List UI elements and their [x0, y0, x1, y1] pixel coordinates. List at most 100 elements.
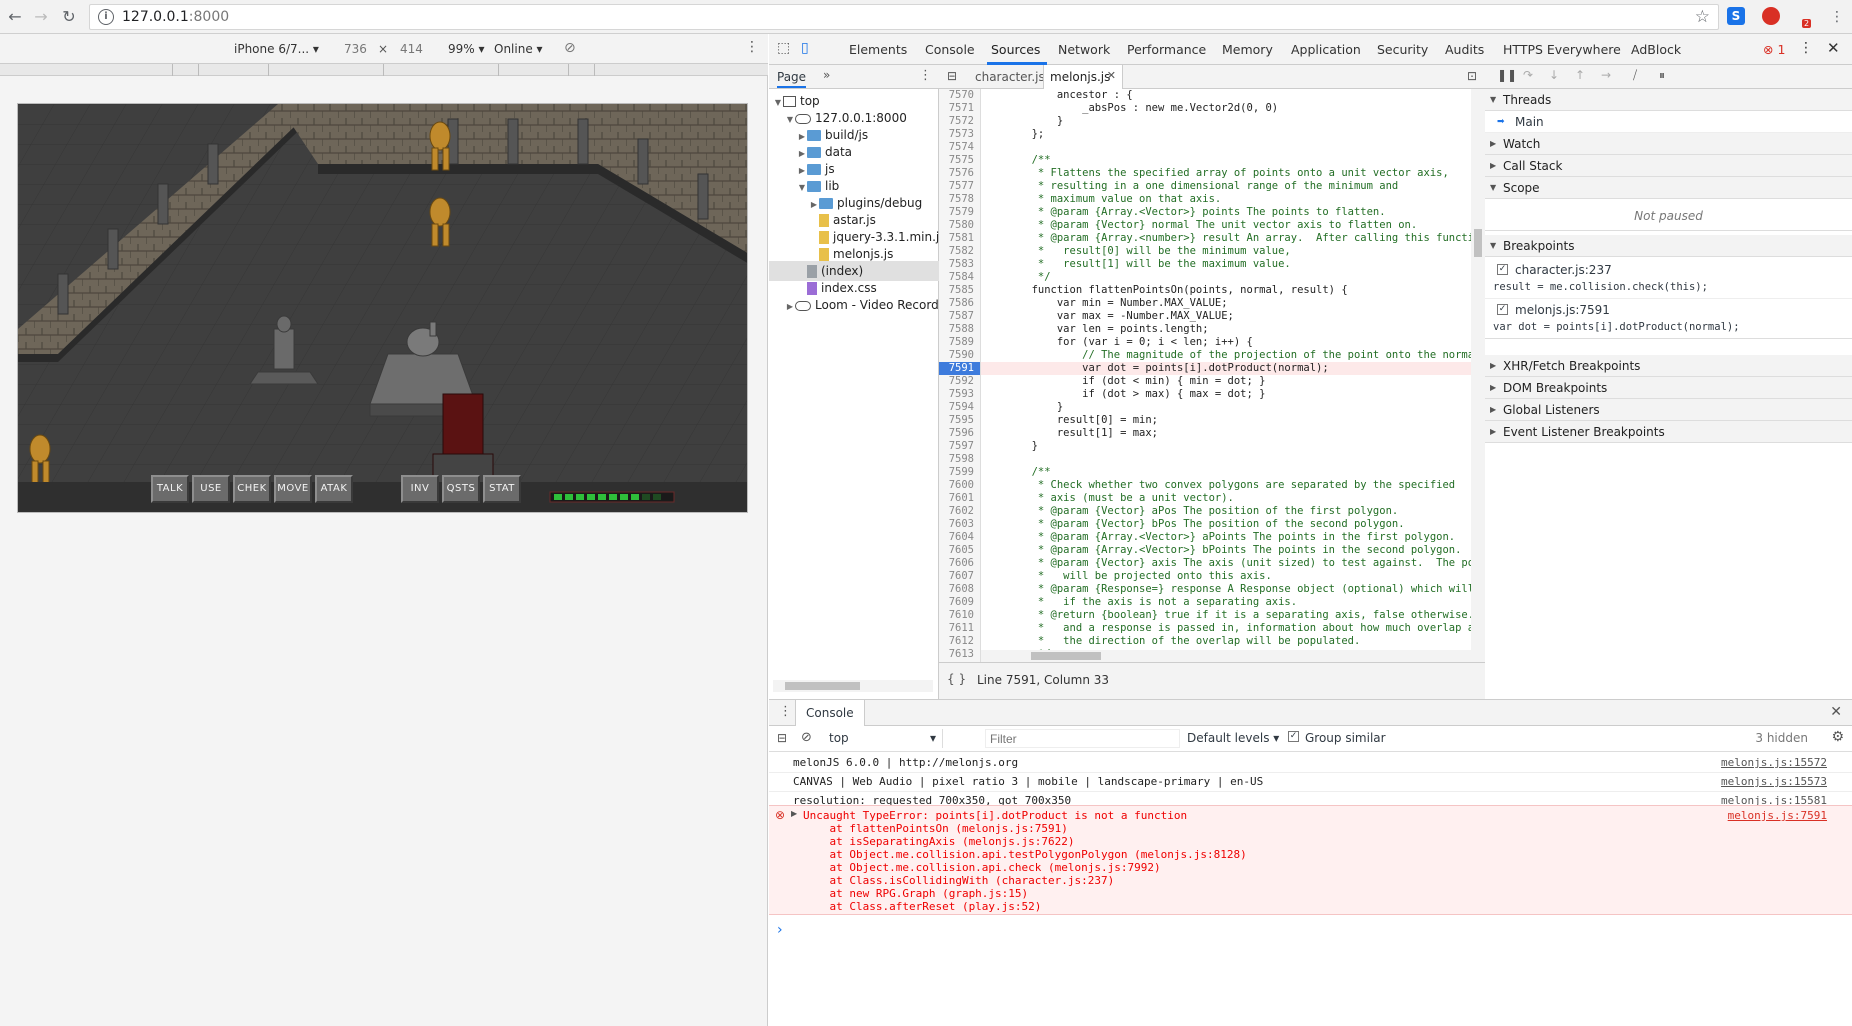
drawer-menu-icon[interactable]: ⋮: [779, 704, 792, 719]
code-line[interactable]: }: [981, 401, 1471, 414]
error-source-link[interactable]: melonjs.js:7591: [1728, 809, 1827, 822]
code-line[interactable]: * Flattens the specified array of points…: [981, 167, 1471, 180]
line-number[interactable]: 7570: [939, 89, 980, 102]
line-number[interactable]: 7573: [939, 128, 980, 141]
line-number[interactable]: 7587: [939, 310, 980, 323]
editor-scroll-thumb[interactable]: [1474, 229, 1482, 257]
device-select[interactable]: iPhone 6/7... ▾: [234, 42, 319, 56]
code-line[interactable]: * @return {boolean} true if it is a sepa…: [981, 609, 1471, 622]
code-line[interactable]: * the direction of the overlap will be p…: [981, 635, 1471, 648]
code-line[interactable]: * @param {Response=} response A Response…: [981, 583, 1471, 596]
step-icon[interactable]: →: [1601, 68, 1611, 82]
line-number[interactable]: 7574: [939, 141, 980, 154]
error-counter[interactable]: ⊗ 1: [1763, 42, 1785, 57]
line-number[interactable]: 7602: [939, 505, 980, 518]
stack-frame[interactable]: at Class.afterReset (play.js:52): [803, 900, 1247, 913]
editor-tab-melonjs[interactable]: melonjs.js ✕: [1043, 65, 1123, 89]
code-line[interactable]: */: [981, 271, 1471, 284]
line-number[interactable]: 7613: [939, 648, 980, 661]
code-line[interactable]: * @param {Vector} axis The axis (unit si…: [981, 557, 1471, 570]
code-line[interactable]: var dot = points[i].dotProduct(normal);: [981, 362, 1471, 375]
line-number[interactable]: 7575: [939, 154, 980, 167]
browser-menu-icon[interactable]: ⋮: [1828, 8, 1846, 26]
main-thread-item[interactable]: ➡ Main: [1485, 111, 1852, 133]
breakpoint-checkbox[interactable]: ✓: [1497, 264, 1508, 275]
tab-console[interactable]: Console: [925, 42, 975, 57]
line-number[interactable]: 7585: [939, 284, 980, 297]
call-stack-section[interactable]: ▶ Call Stack: [1485, 155, 1852, 177]
stack-frame[interactable]: at Class.isCollidingWith (character.js:2…: [803, 874, 1247, 887]
code-line[interactable]: // The magnitude of the projection of th…: [981, 349, 1471, 362]
navigator-page-tab[interactable]: Page: [777, 70, 807, 88]
line-number[interactable]: 7598: [939, 453, 980, 466]
code-line[interactable]: /**: [981, 154, 1471, 167]
more-tabs-icon[interactable]: »: [823, 68, 830, 82]
tab-elements[interactable]: Elements: [849, 42, 907, 57]
breakpoint-checkbox[interactable]: ✓: [1497, 304, 1508, 315]
code-line[interactable]: * will be projected onto this axis.: [981, 570, 1471, 583]
code-line[interactable]: * and a response is passed in, informati…: [981, 622, 1471, 635]
close-tab-icon[interactable]: ✕: [1107, 69, 1116, 82]
code-line[interactable]: function flattenPointsOn(points, normal,…: [981, 284, 1471, 297]
tab-security[interactable]: Security: [1377, 42, 1428, 57]
event-listener-breakpoints-section[interactable]: ▶ Event Listener Breakpoints: [1485, 421, 1852, 443]
code-line[interactable]: * @param {Array.<Vector>} points The poi…: [981, 206, 1471, 219]
line-number[interactable]: 7609: [939, 596, 980, 609]
expand-arrow-icon[interactable]: ▶: [791, 809, 797, 818]
console-error-message[interactable]: ⊗ ▶ Uncaught TypeError: points[i].dotPro…: [769, 805, 1852, 915]
stack-frame[interactable]: at new RPG.Graph (graph.js:15): [803, 887, 1247, 900]
code-line[interactable]: _absPos : new me.Vector2d(0, 0): [981, 102, 1471, 115]
media-query-bar[interactable]: [0, 64, 768, 76]
line-number[interactable]: 7577: [939, 180, 980, 193]
clear-console-icon[interactable]: ⊘: [801, 730, 812, 745]
tree-twisty-icon[interactable]: ▶: [785, 297, 795, 317]
code-line[interactable]: * Check whether two convex polygons are …: [981, 479, 1471, 492]
extension-ublock-icon[interactable]: [1762, 7, 1780, 25]
scope-section[interactable]: ▼ Scope: [1485, 177, 1852, 199]
global-listeners-section[interactable]: ▶ Global Listeners: [1485, 399, 1852, 421]
console-source-link[interactable]: melonjs.js:15573: [1721, 773, 1827, 791]
code-lines[interactable]: ancestor : { _absPos : new me.Vector2d(0…: [981, 89, 1471, 662]
extension-s-icon[interactable]: S: [1727, 7, 1745, 25]
code-line[interactable]: * maximum value on that axis.: [981, 193, 1471, 206]
network-throttle-select[interactable]: Online ▾: [494, 42, 543, 56]
line-number[interactable]: 7583: [939, 258, 980, 271]
tab-audits[interactable]: Audits: [1445, 42, 1484, 57]
line-number[interactable]: 7608: [939, 583, 980, 596]
line-number[interactable]: 7581: [939, 232, 980, 245]
line-number[interactable]: 7610: [939, 609, 980, 622]
line-number[interactable]: 7586: [939, 297, 980, 310]
line-number[interactable]: 7576: [939, 167, 980, 180]
stats-button[interactable]: STAT: [483, 475, 521, 503]
line-number[interactable]: 7611: [939, 622, 980, 635]
line-number[interactable]: 7593: [939, 388, 980, 401]
line-number[interactable]: 7584: [939, 271, 980, 284]
device-width[interactable]: 736: [344, 42, 367, 56]
pause-on-exceptions-icon[interactable]: ⏸: [1659, 68, 1665, 83]
code-line[interactable]: * @param {Array.<Vector>} bPoints The po…: [981, 544, 1471, 557]
device-mode-icon[interactable]: ▯: [801, 40, 809, 56]
code-line[interactable]: var len = points.length;: [981, 323, 1471, 336]
stack-frame[interactable]: at Object.me.collision.api.check (melonj…: [803, 861, 1247, 874]
line-number[interactable]: 7590: [939, 349, 980, 362]
threads-section[interactable]: ▼ Threads: [1485, 89, 1852, 111]
code-line[interactable]: * @param {Vector} normal The unit vector…: [981, 219, 1471, 232]
code-line[interactable]: for (var i = 0; i < len; i++) {: [981, 336, 1471, 349]
rotate-icon[interactable]: ⊘: [564, 40, 576, 56]
console-prompt[interactable]: ›: [777, 922, 783, 938]
tab-sources[interactable]: Sources: [991, 42, 1040, 57]
device-height[interactable]: 414: [400, 42, 423, 56]
code-line[interactable]: }: [981, 115, 1471, 128]
line-number[interactable]: 7579: [939, 206, 980, 219]
log-levels-select[interactable]: Default levels ▾: [1187, 731, 1279, 745]
use-button[interactable]: USE: [192, 475, 230, 503]
line-number[interactable]: 7606: [939, 557, 980, 570]
stack-frame[interactable]: at Object.me.collision.api.testPolygonPo…: [803, 848, 1246, 861]
xhr-breakpoints-section[interactable]: ▶ XHR/Fetch Breakpoints: [1485, 355, 1852, 377]
breakpoint-item-character[interactable]: ✓ character.js:237 result = me.collision…: [1485, 259, 1852, 299]
zoom-select[interactable]: 99% ▾: [448, 42, 485, 56]
inventory-button[interactable]: INV: [401, 475, 439, 503]
code-line[interactable]: /**: [981, 466, 1471, 479]
console-settings-gear-icon[interactable]: ⚙: [1831, 729, 1844, 745]
line-number[interactable]: 7603: [939, 518, 980, 531]
